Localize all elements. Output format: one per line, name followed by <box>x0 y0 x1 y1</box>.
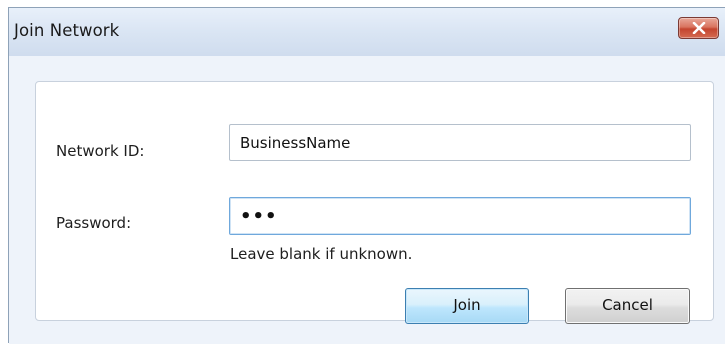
network-id-input[interactable] <box>230 125 690 160</box>
password-input[interactable] <box>230 198 690 234</box>
network-id-field-frame <box>229 124 691 161</box>
close-icon <box>692 22 706 34</box>
password-label: Password: <box>56 214 132 232</box>
cancel-button[interactable]: Cancel <box>565 288 690 324</box>
password-hint: Leave blank if unknown. <box>230 245 413 263</box>
title-bar: Join Network <box>9 8 725 56</box>
network-id-label: Network ID: <box>56 142 145 160</box>
form-panel: Network ID: Password: Leave blank if unk… <box>35 81 714 324</box>
window-title: Join Network <box>14 21 120 40</box>
join-network-dialog: Join Network Network ID: Password: Leave… <box>8 7 725 344</box>
close-button[interactable] <box>678 17 719 39</box>
join-button[interactable]: Join <box>405 288 529 324</box>
password-field-frame <box>229 197 691 235</box>
dialog-body: Network ID: Password: Leave blank if unk… <box>9 56 725 344</box>
